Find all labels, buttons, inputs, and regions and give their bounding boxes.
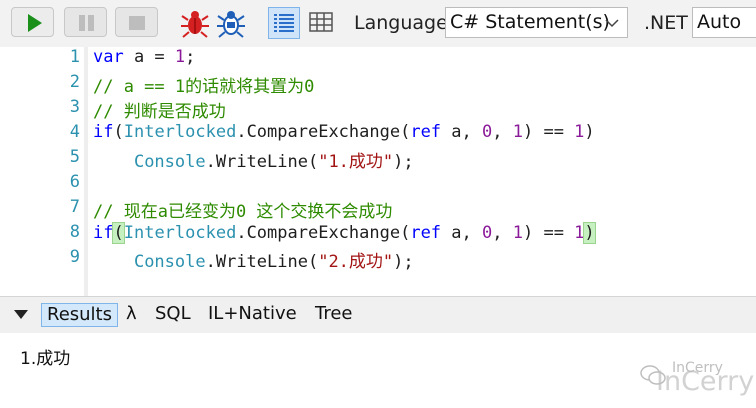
code-token: Console bbox=[133, 252, 206, 272]
code-token: 1 bbox=[574, 122, 585, 142]
code-line[interactable]: if(Interlocked.CompareExchange(ref a, 0,… bbox=[93, 222, 596, 244]
grid-view-button[interactable] bbox=[306, 7, 338, 39]
framework-select[interactable]: Auto bbox=[692, 7, 756, 38]
code-token: Console bbox=[133, 152, 206, 172]
code-token: ref bbox=[410, 122, 442, 142]
code-token: // 判断是否成功 bbox=[93, 102, 226, 122]
code-token: ) bbox=[584, 122, 595, 142]
code-token: // 现在a已经变为0 这个交换不会成功 bbox=[93, 202, 393, 222]
language-label: Language bbox=[354, 12, 448, 34]
tab-lambda[interactable]: λ bbox=[121, 303, 142, 327]
code-token: ) == bbox=[522, 223, 575, 243]
play-icon bbox=[28, 14, 42, 32]
code-line[interactable]: if(Interlocked.CompareExchange(ref a, 0,… bbox=[93, 122, 595, 142]
code-token: if bbox=[93, 122, 114, 142]
code-token: , bbox=[492, 223, 513, 243]
tab-sql[interactable]: SQL bbox=[150, 303, 196, 327]
code-token: ); bbox=[393, 252, 414, 272]
code-token: , bbox=[492, 122, 513, 142]
code-token: "2.成功" bbox=[318, 252, 394, 272]
code-token: ref bbox=[410, 223, 442, 243]
code-line[interactable]: Console.WriteLine("1.成功"); bbox=[93, 147, 414, 172]
code-line[interactable]: // 判断是否成功 bbox=[93, 97, 226, 122]
tab-results[interactable]: Results bbox=[41, 303, 118, 327]
framework-label: .NET bbox=[644, 12, 688, 34]
code-token: 1 bbox=[512, 122, 523, 142]
code-token: ( bbox=[113, 122, 124, 142]
code-line[interactable]: Console.WriteLine("2.成功"); bbox=[93, 247, 414, 272]
code-line[interactable]: // 现在a已经变为0 这个交换不会成功 bbox=[93, 197, 392, 222]
code-token: 1 bbox=[512, 223, 523, 243]
bug-red-icon[interactable] bbox=[180, 8, 210, 38]
line-number: 1 bbox=[69, 47, 80, 67]
gutter-divider bbox=[84, 47, 88, 296]
language-select-value: C# Statement(s) bbox=[450, 11, 610, 33]
code-token: .WriteLine( bbox=[205, 152, 319, 172]
code-token: 0 bbox=[482, 223, 493, 243]
results-tab-bar: Results λ SQL IL+Native Tree bbox=[0, 296, 756, 334]
pause-button[interactable] bbox=[64, 7, 107, 37]
code-token: ( bbox=[112, 222, 125, 244]
line-number: 2 bbox=[69, 72, 80, 92]
code-token: Interlocked bbox=[123, 122, 237, 142]
code-line[interactable]: var a = 1; bbox=[93, 47, 195, 67]
code-token: .CompareExchange( bbox=[236, 122, 411, 142]
line-number: 8 bbox=[69, 222, 80, 242]
code-token: if bbox=[93, 223, 114, 243]
code-token: a, bbox=[441, 223, 482, 243]
code-token: 1 bbox=[574, 223, 585, 243]
line-number: 9 bbox=[69, 247, 80, 267]
code-token: ) bbox=[583, 222, 596, 244]
text-caret bbox=[594, 222, 596, 241]
code-token: ; bbox=[185, 47, 196, 67]
language-select[interactable]: C# Statement(s) bbox=[445, 7, 628, 38]
line-number: 4 bbox=[69, 122, 80, 142]
line-number: 6 bbox=[69, 172, 80, 192]
code-token: ); bbox=[393, 152, 414, 172]
grid-view-icon bbox=[309, 12, 333, 32]
toolbar: Language C# Statement(s) .NET Auto bbox=[0, 0, 756, 48]
line-number: 5 bbox=[69, 147, 80, 167]
watermark-text-large: InCerry bbox=[656, 366, 755, 397]
list-view-icon bbox=[274, 14, 294, 32]
pause-icon bbox=[79, 15, 94, 31]
collapse-triangle-icon[interactable] bbox=[14, 310, 28, 320]
code-token: a, bbox=[441, 122, 482, 142]
code-token: // a == 1的话就将其置为0 bbox=[93, 77, 315, 97]
tab-il-native[interactable]: IL+Native bbox=[203, 303, 302, 327]
output-text: 1.成功 bbox=[20, 349, 71, 369]
code-token: a = bbox=[123, 47, 175, 67]
code-line[interactable]: // a == 1的话就将其置为0 bbox=[93, 72, 314, 97]
run-button[interactable] bbox=[11, 7, 54, 37]
framework-select-value: Auto bbox=[697, 11, 742, 33]
line-number: 3 bbox=[69, 97, 80, 117]
line-number-gutter: 1 2 3 4 5 6 7 8 9 bbox=[0, 47, 84, 296]
list-view-button[interactable] bbox=[268, 7, 300, 39]
code-token: var bbox=[93, 47, 124, 67]
stop-icon bbox=[129, 16, 145, 30]
code-token: 0 bbox=[482, 122, 493, 142]
code-token: Interlocked bbox=[123, 223, 237, 243]
code-editor[interactable]: 1 2 3 4 5 6 7 8 9 var a = 1; // a == 1的话就将其置为0 // … bbox=[0, 47, 756, 296]
code-token: "1.成功" bbox=[318, 152, 394, 172]
chevron-down-icon bbox=[605, 19, 619, 28]
line-number: 7 bbox=[69, 197, 80, 217]
code-token: .WriteLine( bbox=[205, 252, 319, 272]
tab-tree[interactable]: Tree bbox=[310, 303, 358, 327]
stop-button[interactable] bbox=[115, 7, 158, 37]
code-token: .CompareExchange( bbox=[236, 223, 411, 243]
code-token: 1 bbox=[174, 47, 186, 67]
bug-blue-icon[interactable] bbox=[216, 8, 246, 38]
code-token: ) == bbox=[522, 122, 575, 142]
